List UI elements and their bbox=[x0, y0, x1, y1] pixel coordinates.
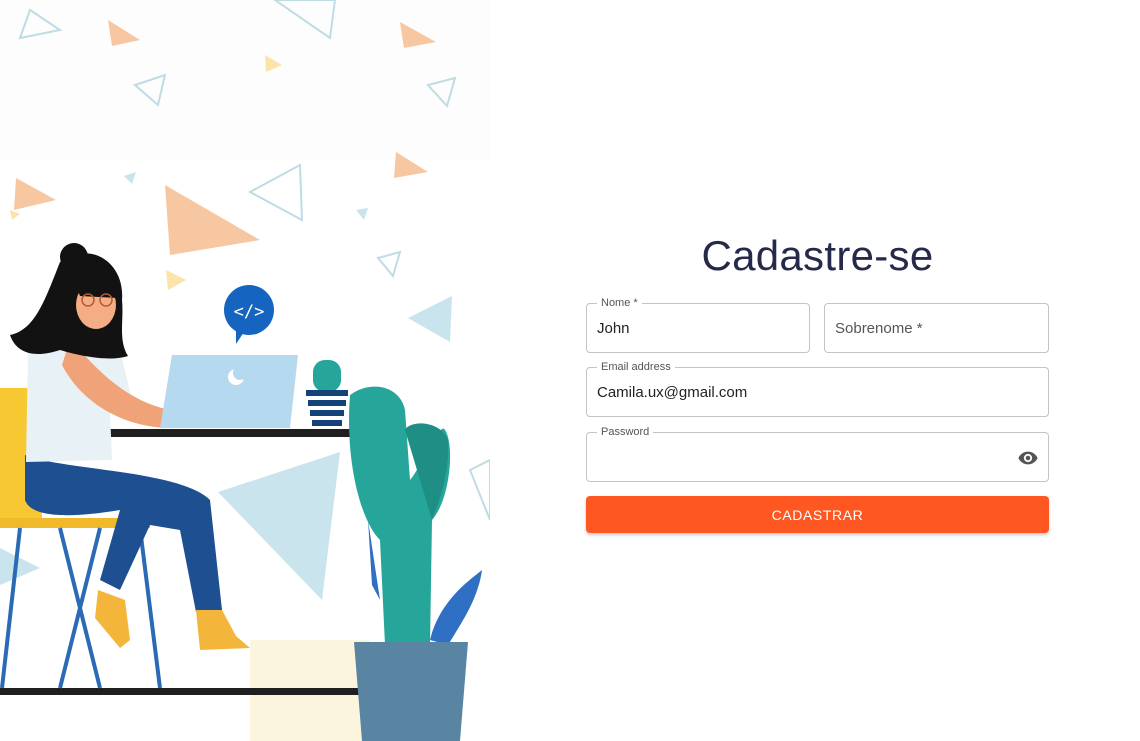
first-name-field[interactable]: Nome * bbox=[586, 297, 810, 353]
last-name-input[interactable] bbox=[835, 304, 1008, 352]
password-input[interactable] bbox=[597, 433, 1008, 481]
hero-illustration: </> bbox=[0, 0, 490, 741]
first-name-input[interactable] bbox=[597, 304, 769, 352]
email-input[interactable] bbox=[597, 368, 1008, 416]
woman-working-illustration: </> bbox=[0, 0, 490, 741]
eye-icon[interactable] bbox=[1016, 446, 1040, 470]
password-field[interactable]: Password bbox=[586, 426, 1049, 482]
last-name-field[interactable] bbox=[824, 303, 1049, 353]
code-bubble-text: </> bbox=[234, 302, 265, 322]
email-field[interactable]: Email address bbox=[586, 361, 1049, 417]
register-button[interactable]: CADASTRAR bbox=[586, 496, 1049, 533]
signup-page: </> Cadastre-se Nome * Ema bbox=[0, 0, 1140, 741]
page-title: Cadastre-se bbox=[701, 232, 934, 279]
